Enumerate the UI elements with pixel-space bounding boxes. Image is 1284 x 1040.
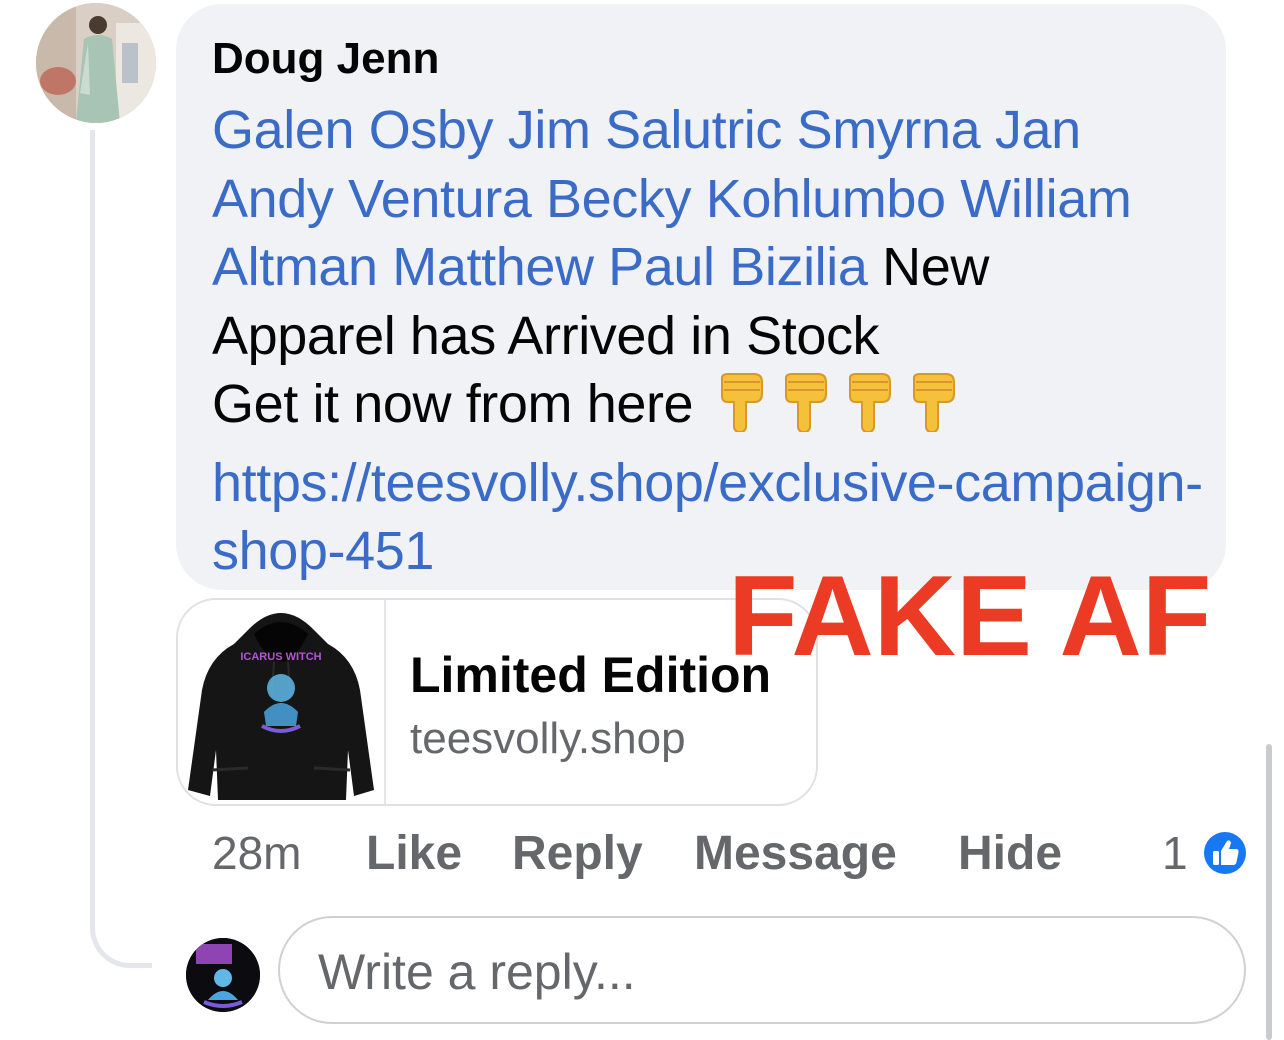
comment-body: Galen Osby Jim Salutric Smyrna Jan Andy … — [212, 96, 1212, 586]
comment-text-line: Get it now from here — [212, 374, 694, 434]
comment-actions-bar: 28m Like Reply Message Hide 1 — [0, 826, 1284, 886]
tagged-user[interactable]: Jim Salutric — [508, 100, 783, 160]
fake-overlay-label: FAKE AF — [728, 553, 1212, 680]
pointing-down-emoji — [720, 373, 763, 434]
message-button[interactable]: Message — [694, 826, 897, 881]
comment-text-line: Apparel has Arrived in Stock — [212, 305, 880, 366]
like-button[interactable]: Like — [366, 826, 462, 881]
tagged-user[interactable]: Smyrna Jan — [797, 100, 1082, 160]
scrollbar[interactable] — [1266, 744, 1272, 1040]
hoodie-icon: ICARUS WITCH — [188, 613, 374, 800]
pointing-down-emoji — [912, 373, 955, 434]
hoodie-thumbnail: ICARUS WITCH — [178, 600, 386, 804]
hoodie-print-text: ICARUS WITCH — [240, 651, 321, 663]
thumbs-up-icon[interactable] — [1200, 828, 1250, 883]
reply-input[interactable] — [316, 936, 1200, 1008]
hide-button[interactable]: Hide — [958, 826, 1062, 881]
comment-thread: Doug Jenn Galen Osby Jim Salutric Smyrna… — [0, 0, 1284, 1040]
emoji-group — [714, 372, 970, 449]
comment-author-name[interactable]: Doug Jenn — [212, 34, 439, 84]
reaction-count[interactable]: 1 — [1162, 826, 1188, 880]
tagged-user[interactable]: Galen Osby — [212, 100, 494, 160]
pointing-down-emoji — [784, 373, 827, 434]
author-avatar[interactable] — [36, 3, 156, 123]
tagged-user[interactable]: Matthew Paul Bizilia — [392, 237, 868, 297]
current-user-avatar-image — [186, 938, 260, 1012]
comment-text-line: New — [882, 237, 989, 297]
tagged-user[interactable]: Andy Ventura — [212, 169, 532, 229]
link-preview-title: Limited Edition — [410, 647, 772, 703]
link-preview-card[interactable]: ICARUS WITCH Limited Edition teesvolly.s… — [176, 598, 818, 806]
author-avatar-image — [36, 3, 156, 123]
reply-button[interactable]: Reply — [512, 826, 643, 881]
tagged-user[interactable]: Becky Kohlumbo — [546, 169, 946, 229]
comment-timestamp[interactable]: 28m — [212, 826, 301, 880]
current-user-avatar[interactable] — [186, 938, 260, 1012]
pointing-down-emoji — [848, 373, 891, 434]
link-preview-domain: teesvolly.shop — [410, 714, 686, 763]
reply-input-container[interactable] — [278, 916, 1246, 1024]
